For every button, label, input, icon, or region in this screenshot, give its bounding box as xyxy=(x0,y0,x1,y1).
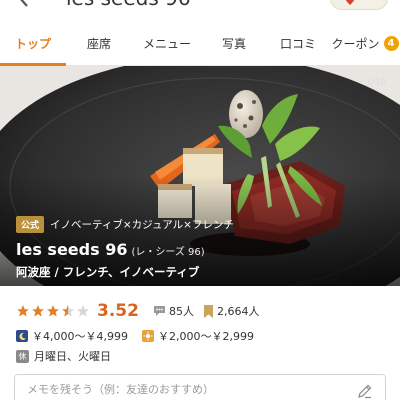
genre-line: 公式 イノベーティブ×カジュアル×フレンチ xyxy=(16,216,234,233)
tab-bar: トップ 座席 メニュー 写真 口コミ クーポン 4 xyxy=(0,22,400,66)
lunch-price: ￥2,000～￥2,999 xyxy=(157,330,254,343)
tab-label: 座席 xyxy=(86,37,111,51)
restaurant-kana: (レ・シーズ 96) xyxy=(131,247,205,258)
price-row: ￥4,000～￥4,999 ￥2,000～￥2,999 xyxy=(16,328,254,344)
back-chevron-icon[interactable] xyxy=(16,0,30,8)
memo-box[interactable] xyxy=(14,374,386,400)
area-genre: 阿波座 / フレンチ、イノベーティブ xyxy=(16,265,200,279)
tab-coupons[interactable]: クーポン 4 xyxy=(330,22,400,65)
rating-score: 3.52 xyxy=(97,301,139,321)
star-rating xyxy=(16,304,91,318)
map-button[interactable] xyxy=(330,0,388,10)
closed-days-row: 休 月曜日、火曜日 xyxy=(16,348,111,364)
closed-icon: 休 xyxy=(16,349,29,363)
tab-menu[interactable]: メニュー xyxy=(132,22,202,65)
dinner-price: ￥4,000～￥4,999 xyxy=(32,330,128,343)
star-half-icon xyxy=(62,305,74,317)
coupon-count-badge: 4 xyxy=(383,36,399,51)
bookmark-icon xyxy=(203,304,213,318)
restaurant-name: les seeds 96 (レ・シーズ 96) xyxy=(16,240,205,259)
bookmark-count[interactable]: 2,664人 xyxy=(217,303,260,319)
map-pin-icon xyxy=(345,0,355,5)
hero-photo[interactable]: 1/10 公式 イノベーティブ×カジュアル×フレンチ les seeds 96(… xyxy=(0,66,400,286)
official-badge: 公式 xyxy=(16,216,45,233)
tab-label: メニュー xyxy=(142,37,191,51)
header-bar: les seeds 96 xyxy=(0,0,400,20)
dinner-moon-icon xyxy=(16,330,28,342)
restaurant-name-text: les seeds 96 xyxy=(16,240,128,259)
closed-days: 月曜日、火曜日 xyxy=(34,350,111,363)
tab-label: 写真 xyxy=(221,37,246,51)
tab-label: 口コミ xyxy=(279,37,316,51)
tab-photos[interactable]: 写真 xyxy=(202,22,266,65)
star-full-icon xyxy=(47,305,59,317)
tab-seats[interactable]: 座席 xyxy=(66,22,132,65)
memo-input[interactable] xyxy=(27,383,327,396)
review-count[interactable]: 85人 xyxy=(169,303,194,319)
genre-tags: イノベーティブ×カジュアル×フレンチ xyxy=(50,219,234,231)
header-title: les seeds 96 xyxy=(66,0,191,10)
tab-reviews[interactable]: 口コミ xyxy=(266,22,330,65)
star-full-icon xyxy=(32,305,44,317)
star-empty-icon xyxy=(77,305,89,317)
rating-row: 3.52 85人 2,664人 xyxy=(16,301,269,321)
star-full-icon xyxy=(17,305,29,317)
tab-label: トップ xyxy=(14,37,51,51)
pencil-icon[interactable] xyxy=(357,383,373,399)
tab-top[interactable]: トップ xyxy=(0,22,66,66)
speech-bubble-icon xyxy=(153,306,165,316)
tab-label: クーポン xyxy=(331,37,380,51)
photo-counter: 1/10 xyxy=(365,78,386,88)
lunch-sun-icon xyxy=(141,330,154,342)
